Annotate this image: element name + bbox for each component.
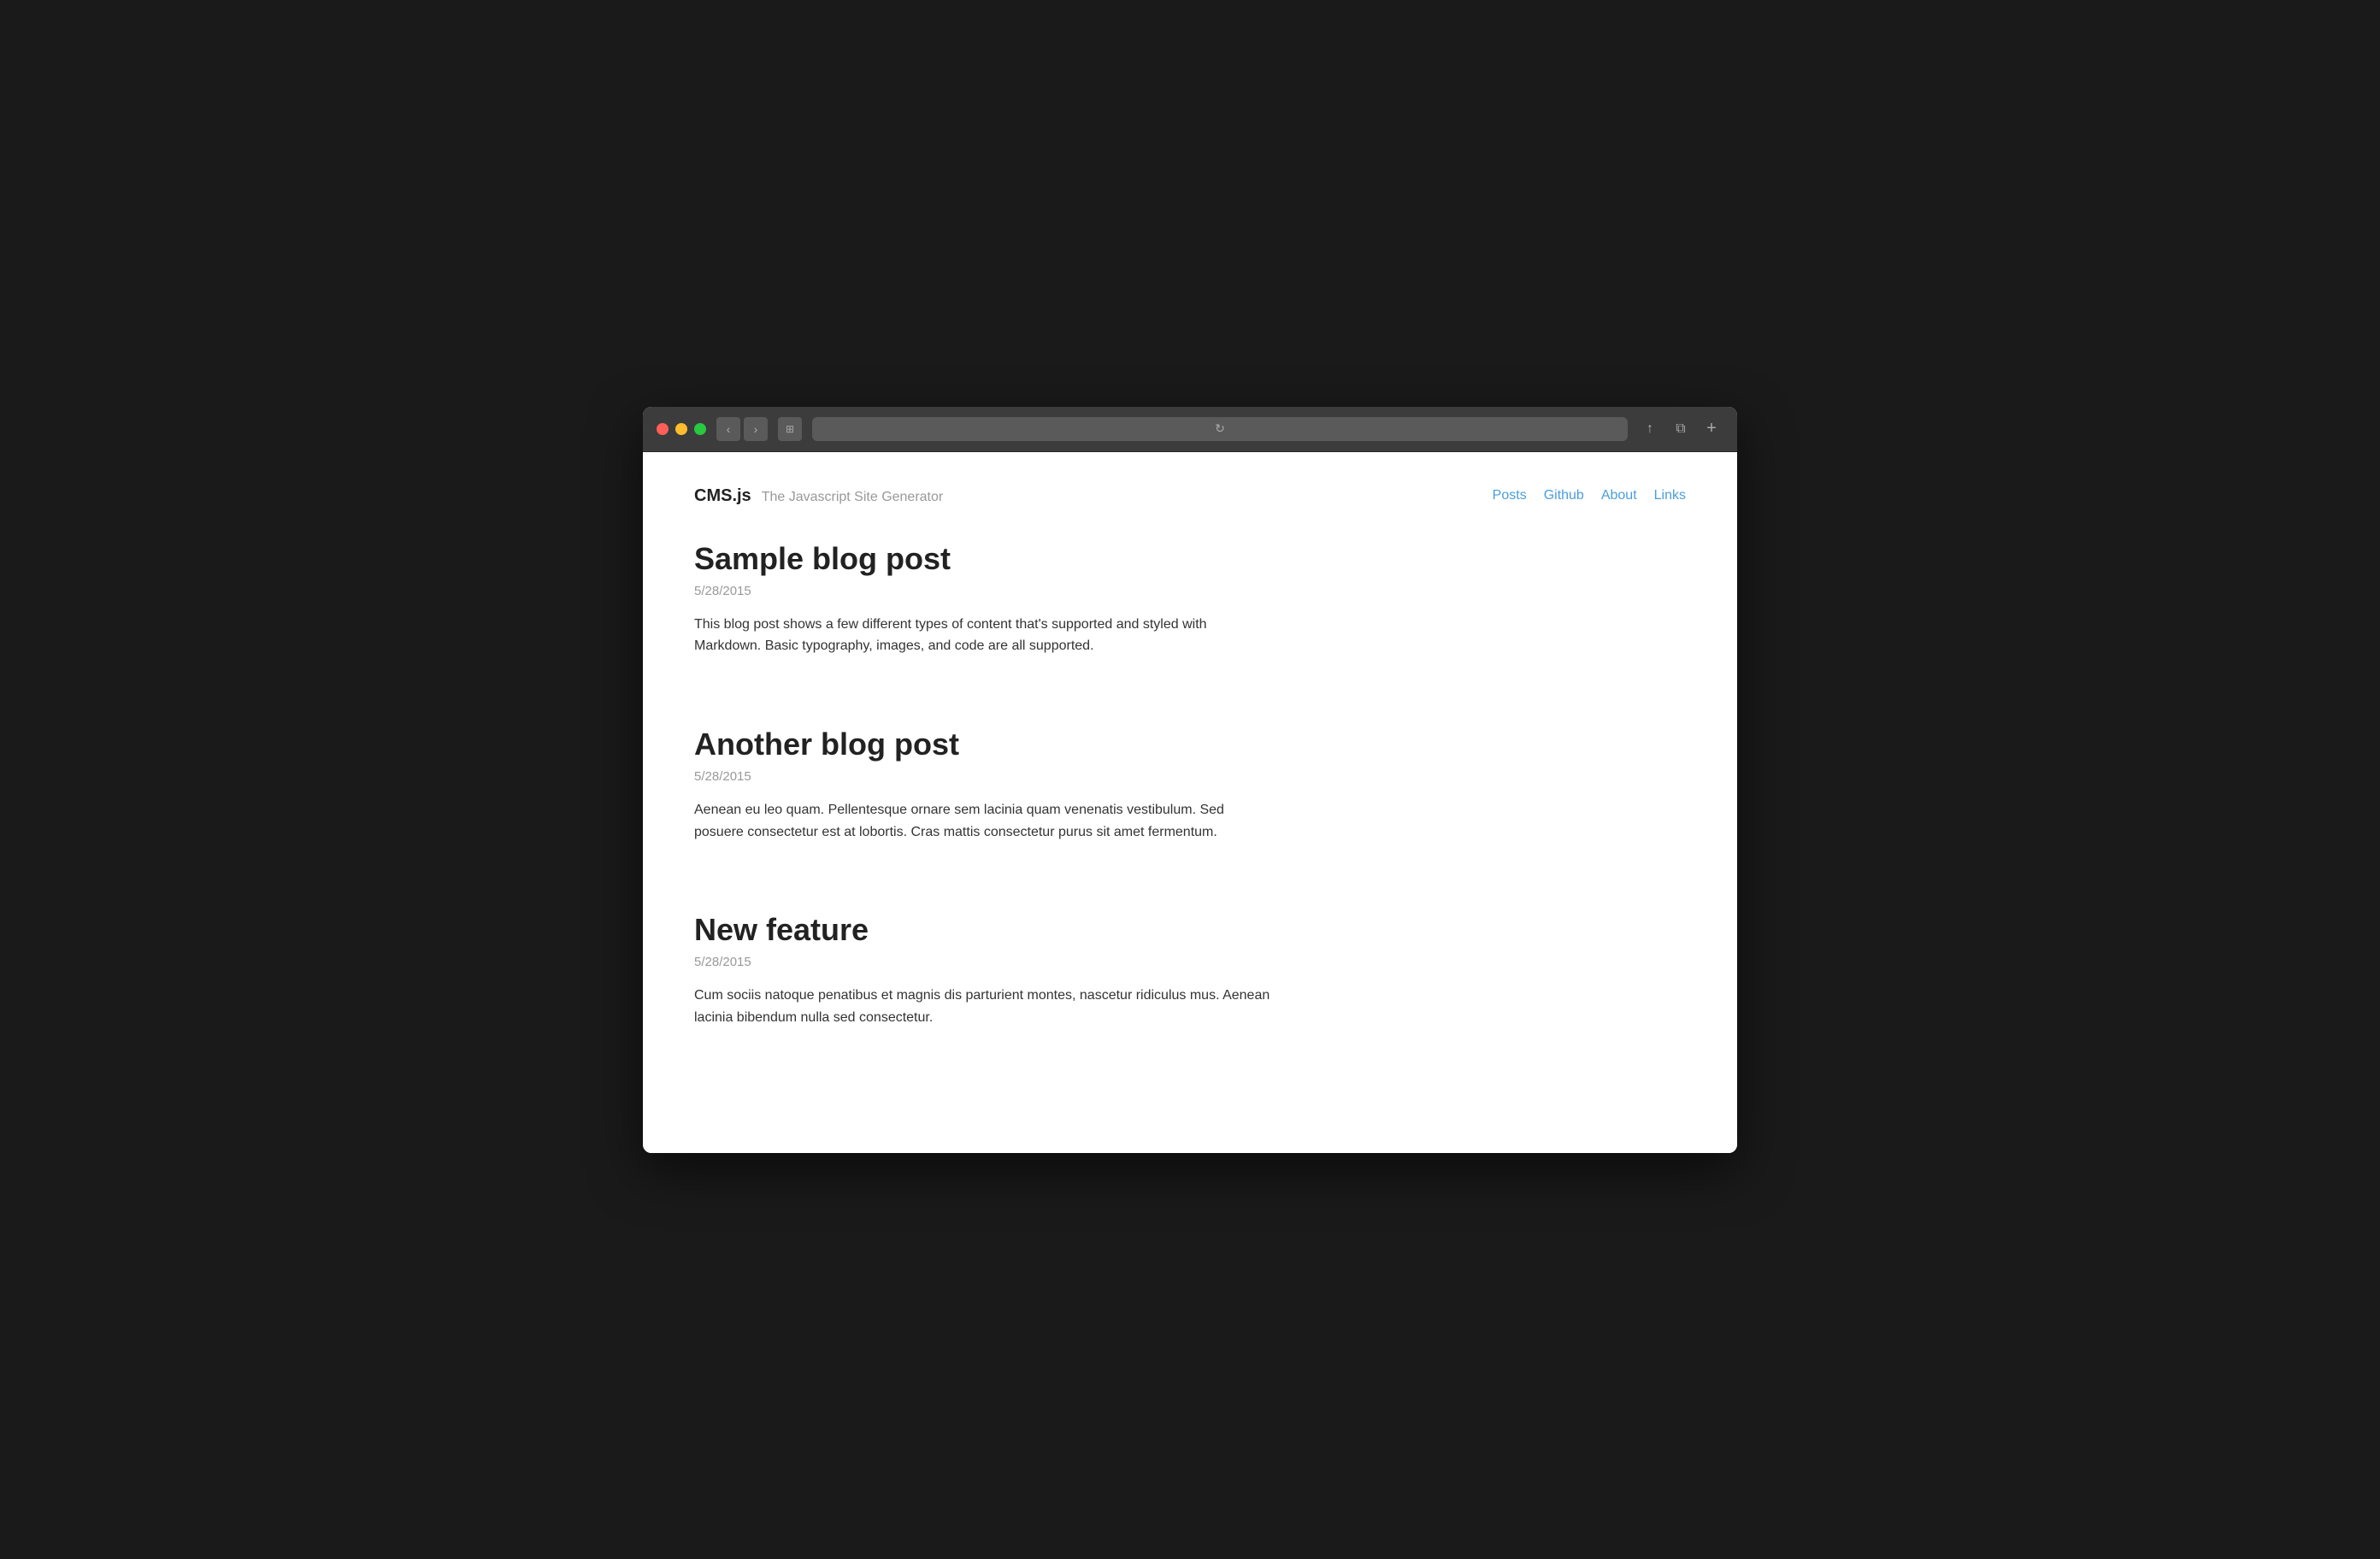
post-excerpt: Cum sociis natoque penatibus et magnis d… (694, 985, 1275, 1028)
post-date: 5/28/2015 (694, 955, 1686, 969)
site-nav: Posts Github About Links (1493, 488, 1686, 503)
site-header: CMS.js The Javascript Site Generator Pos… (694, 486, 1686, 523)
sidebar-button[interactable]: ⊞ (778, 417, 802, 441)
post-item: Sample blog post 5/28/2015 This blog pos… (694, 540, 1686, 674)
nav-link-github[interactable]: Github (1544, 488, 1584, 503)
site-branding: CMS.js The Javascript Site Generator (694, 486, 943, 506)
site-name: CMS.js (694, 486, 751, 506)
refresh-icon[interactable]: ↻ (1215, 421, 1225, 436)
share-button[interactable]: ↑ (1638, 417, 1662, 441)
add-tab-button[interactable]: + (1700, 417, 1723, 441)
nav-link-posts[interactable]: Posts (1493, 488, 1527, 503)
post-excerpt: Aenean eu leo quam. Pellentesque ornare … (694, 799, 1275, 843)
post-excerpt: This blog post shows a few different typ… (694, 614, 1275, 657)
back-button[interactable]: ‹ (716, 417, 740, 441)
nav-link-links[interactable]: Links (1654, 488, 1686, 503)
nav-link-about[interactable]: About (1601, 488, 1637, 503)
post-title[interactable]: Sample blog post (694, 540, 1686, 577)
post-item: New feature 5/28/2015 Cum sociis natoque… (694, 911, 1686, 1045)
forward-button[interactable]: › (744, 417, 768, 441)
post-date: 5/28/2015 (694, 769, 1686, 784)
browser-window: ‹ › ⊞ ↻ ↑ ⧉ + CMS.js The Javascript Site… (643, 407, 1737, 1153)
traffic-lights (657, 423, 706, 435)
minimize-button[interactable] (675, 423, 687, 435)
post-item: Another blog post 5/28/2015 Aenean eu le… (694, 726, 1686, 860)
post-title[interactable]: New feature (694, 911, 1686, 948)
post-date: 5/28/2015 (694, 584, 1686, 598)
page-content: CMS.js The Javascript Site Generator Pos… (643, 452, 1737, 1153)
post-title[interactable]: Another blog post (694, 726, 1686, 762)
maximize-button[interactable] (694, 423, 706, 435)
address-bar[interactable]: ↻ (812, 417, 1628, 441)
toolbar-right: ↑ ⧉ + (1638, 417, 1723, 441)
windows-button[interactable]: ⧉ (1669, 417, 1693, 441)
browser-chrome: ‹ › ⊞ ↻ ↑ ⧉ + (643, 407, 1737, 452)
close-button[interactable] (657, 423, 669, 435)
site-tagline: The Javascript Site Generator (762, 490, 944, 505)
nav-buttons: ‹ › (716, 417, 768, 441)
posts-list: Sample blog post 5/28/2015 This blog pos… (694, 540, 1686, 1046)
